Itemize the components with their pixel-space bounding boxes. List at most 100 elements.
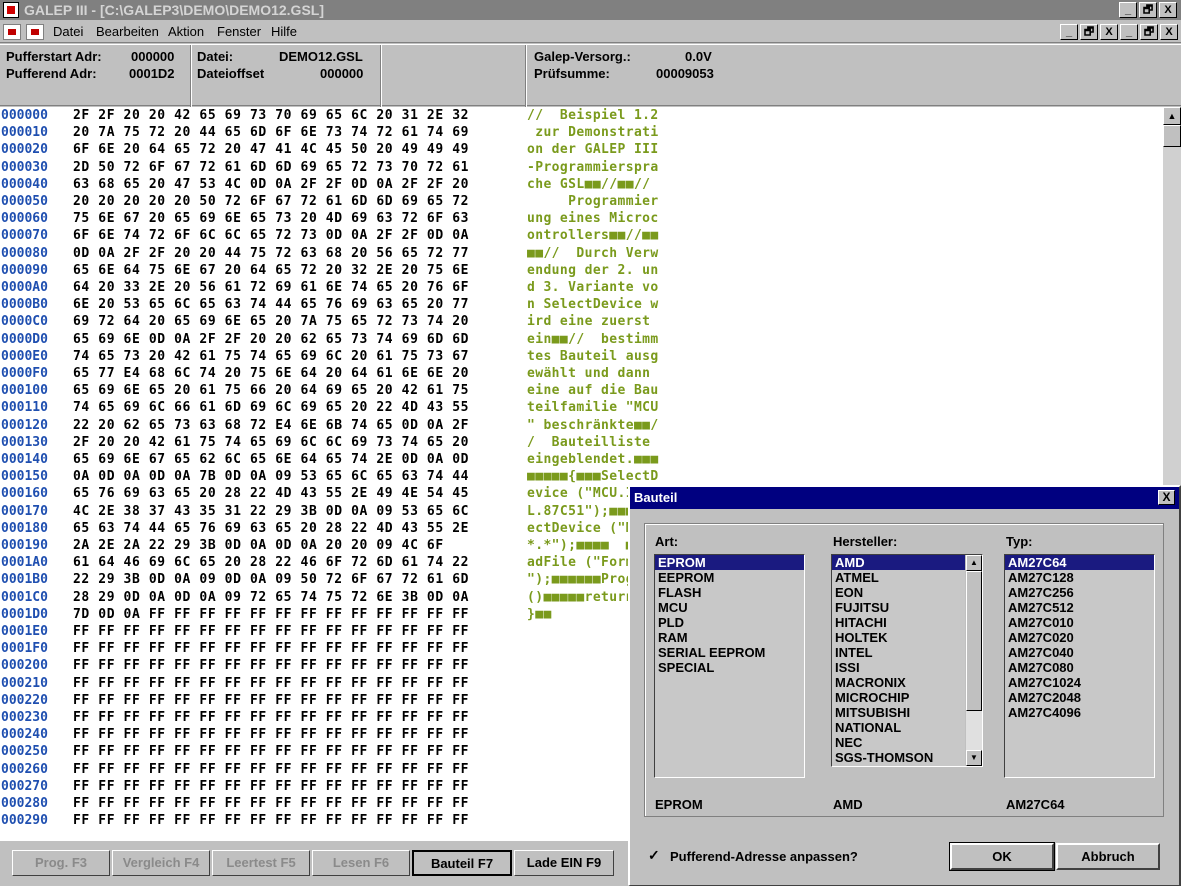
hex-bytes: FF FF FF FF FF FF FF FF FF FF FF FF FF F…	[73, 778, 470, 794]
hex-bytes: 20 20 20 20 20 50 72 6F 67 72 61 6D 6D 6…	[73, 194, 470, 209]
hex-ascii: -Programmierspra	[527, 159, 659, 175]
art-item[interactable]: MCU	[655, 600, 804, 615]
hex-addr: 0001B0	[1, 572, 48, 588]
scroll-thumb[interactable]	[966, 571, 982, 711]
mdi-close-button[interactable]: X	[1100, 24, 1118, 40]
hex-addr: 000260	[1, 761, 48, 777]
typ-item[interactable]: AM27C040	[1005, 645, 1154, 660]
menu-bar: Datei Bearbeiten Aktion Fenster Hilfe _ …	[0, 21, 1181, 43]
document-icon[interactable]	[3, 24, 21, 40]
menu-hilfe[interactable]: Hilfe	[271, 24, 297, 39]
leertest-f5-button[interactable]: Leertest F5	[212, 850, 310, 876]
art-item[interactable]: PLD	[655, 615, 804, 630]
lesen-f6-button[interactable]: Lesen F6	[312, 850, 410, 876]
scroll-up-arrow-icon[interactable]: ▲	[966, 555, 982, 571]
hersteller-scrollbar[interactable]: ▲ ▼	[965, 555, 982, 766]
hersteller-item[interactable]: FUJITSU	[832, 600, 965, 615]
abbruch-button[interactable]: Abbruch	[1056, 843, 1160, 870]
hex-addr: 000070	[1, 228, 48, 244]
art-item[interactable]: EEPROM	[655, 570, 804, 585]
pruefsumme-value: 00009053	[656, 66, 714, 81]
hex-addr: 000280	[1, 796, 48, 811]
hex-addr: 000030	[1, 159, 48, 175]
hex-addr: 000020	[1, 142, 48, 158]
hex-bytes: FF FF FF FF FF FF FF FF FF FF FF FF FF F…	[73, 624, 470, 639]
hersteller-item[interactable]: MITSUBISHI	[832, 705, 965, 720]
pufferend-checkbox-label[interactable]: Pufferend-Adresse anpassen?	[670, 849, 858, 864]
scroll-up-arrow-icon[interactable]: ▲	[1163, 107, 1181, 125]
mdi2-close-button[interactable]: X	[1160, 24, 1178, 40]
hex-addr: 000000	[1, 108, 48, 123]
vergleich-f4-button[interactable]: Vergleich F4	[112, 850, 210, 876]
hex-addr: 000190	[1, 538, 48, 553]
typ-item[interactable]: AM27C020	[1005, 630, 1154, 645]
hersteller-listbox[interactable]: AMD ATMEL EON FUJITSU HITACHI HOLTEK INTEL ISSI…	[831, 554, 983, 767]
hersteller-item[interactable]: ATMEL	[832, 570, 965, 585]
typ-item[interactable]: AM27C128	[1005, 570, 1154, 585]
hex-bytes: FF FF FF FF FF FF FF FF FF FF FF FF FF F…	[73, 658, 470, 674]
app-icon[interactable]	[3, 2, 19, 18]
hex-addr: 0000C0	[1, 314, 48, 330]
lade-ein-f9-button[interactable]: Lade EIN F9	[514, 850, 614, 876]
mdi2-minimize-button[interactable]: _	[1120, 24, 1138, 40]
typ-item[interactable]: AM27C4096	[1005, 705, 1154, 720]
pufferend-checkbox[interactable]: ✓	[648, 848, 662, 863]
bauteil-f7-button[interactable]: Bauteil F7	[412, 850, 512, 876]
menu-datei[interactable]: Datei	[53, 24, 83, 39]
hersteller-item[interactable]: NATIONAL	[832, 720, 965, 735]
hersteller-item[interactable]: ISSI	[832, 660, 965, 675]
dialog-close-button[interactable]: X	[1158, 490, 1175, 505]
typ-item[interactable]: AM27C256	[1005, 585, 1154, 600]
prog-f3-button[interactable]: Prog. F3	[12, 850, 110, 876]
art-item[interactable]: EPROM	[655, 555, 804, 570]
hersteller-item[interactable]: INTEL	[832, 645, 965, 660]
minimize-button[interactable]: _	[1119, 2, 1137, 18]
mdi-minimize-button[interactable]: _	[1060, 24, 1078, 40]
hersteller-item[interactable]: NEC	[832, 735, 965, 750]
restore-button[interactable]: 🗗	[1139, 2, 1157, 18]
art-item[interactable]: FLASH	[655, 585, 804, 600]
hex-addr: 000140	[1, 452, 48, 467]
typ-item[interactable]: AM27C1024	[1005, 675, 1154, 690]
hersteller-item[interactable]: SGS-THOMSON	[832, 750, 965, 765]
scroll-thumb[interactable]	[1163, 125, 1181, 147]
hersteller-item[interactable]: HITACHI	[832, 615, 965, 630]
scroll-down-arrow-icon[interactable]: ▼	[966, 750, 982, 766]
typ-item[interactable]: AM27C010	[1005, 615, 1154, 630]
document-icon-2[interactable]	[26, 24, 44, 40]
hersteller-item[interactable]: AMD	[832, 555, 965, 570]
hex-bytes: 64 20 33 2E 20 56 61 72 69 61 6E 74 65 2…	[73, 280, 470, 295]
hersteller-item[interactable]: MICROCHIP	[832, 690, 965, 705]
hex-addr: 000100	[1, 383, 48, 399]
typ-item[interactable]: AM27C2048	[1005, 690, 1154, 705]
menu-fenster[interactable]: Fenster	[217, 24, 261, 39]
mdi2-restore-button[interactable]: 🗗	[1140, 24, 1158, 40]
art-item[interactable]: SPECIAL	[655, 660, 804, 675]
art-item[interactable]: RAM	[655, 630, 804, 645]
hex-bytes: 63 68 65 20 47 53 4C 0D 0A 2F 2F 0D 0A 2…	[73, 176, 470, 192]
versorgung-value: 0.0V	[685, 49, 712, 64]
hersteller-item[interactable]: EON	[832, 585, 965, 600]
mdi-restore-button[interactable]: 🗗	[1080, 24, 1098, 40]
menu-aktion[interactable]: Aktion	[168, 24, 204, 39]
hex-bytes: 65 69 6E 67 65 62 6C 65 6E 64 65 74 2E 0…	[73, 452, 470, 467]
pufferend-label: Pufferend Adr:	[6, 66, 97, 81]
hersteller-selected-value: AMD	[833, 797, 863, 812]
art-listbox[interactable]: EPROM EEPROM FLASH MCU PLD RAM SERIAL EEPROM SP…	[654, 554, 805, 778]
ok-button[interactable]: OK	[949, 842, 1055, 871]
hersteller-item[interactable]: MACRONIX	[832, 675, 965, 690]
hersteller-item[interactable]: HOLTEK	[832, 630, 965, 645]
typ-listbox[interactable]: AM27C64 AM27C128 AM27C256 AM27C512 AM27C010 A…	[1004, 554, 1155, 778]
typ-item[interactable]: AM27C080	[1005, 660, 1154, 675]
hex-addr: 000040	[1, 176, 48, 192]
art-item[interactable]: SERIAL EEPROM	[655, 645, 804, 660]
hex-bytes: 22 20 62 65 73 63 68 72 E4 6E 6B 74 65 0…	[73, 417, 470, 433]
hex-bytes: FF FF FF FF FF FF FF FF FF FF FF FF FF F…	[73, 710, 470, 725]
close-button[interactable]: X	[1159, 2, 1177, 18]
menu-bearbeiten[interactable]: Bearbeiten	[96, 24, 159, 39]
hex-addr: 0000D0	[1, 331, 48, 347]
hex-addr: 000080	[1, 245, 48, 261]
typ-item[interactable]: AM27C512	[1005, 600, 1154, 615]
typ-item[interactable]: AM27C64	[1005, 555, 1154, 570]
hex-ascii: d 3. Variante vo	[527, 280, 659, 295]
